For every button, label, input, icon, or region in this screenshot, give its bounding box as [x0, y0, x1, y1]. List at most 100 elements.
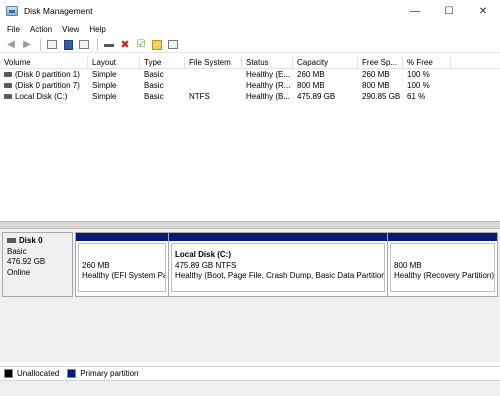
volume-name: Local Disk (C:)	[15, 92, 68, 101]
layout-cell: Simple	[92, 92, 117, 101]
drive-icon	[4, 94, 12, 100]
capacity-cell: 475.89 GB	[297, 92, 336, 101]
status-cell: Healthy (R...	[246, 81, 291, 90]
maximize-button[interactable]: ☐	[432, 0, 466, 22]
partition-details: 260 MB Healthy (EFI System Par	[78, 243, 166, 292]
free-space-cell: 260 MB	[362, 70, 390, 79]
status-cell: Healthy (E...	[246, 70, 291, 79]
percent-free-cell: 100 %	[407, 70, 430, 79]
check-icon[interactable]: ☑	[134, 38, 148, 51]
disk-state: Online	[7, 267, 31, 277]
layout-cell: Simple	[92, 70, 117, 79]
capacity-cell: 800 MB	[297, 81, 325, 90]
legend-unallocated: Unallocated	[17, 369, 60, 378]
back-arrow-icon[interactable]: ◀	[4, 38, 18, 51]
partition-name: Local Disk (C:)	[175, 250, 232, 259]
disk-name: Disk 0	[19, 236, 43, 245]
column-layout[interactable]: Layout	[88, 57, 140, 68]
partition-map: 260 MB Healthy (EFI System Par Local Dis…	[75, 232, 498, 297]
partition-size: 475.89 GB NTFS	[175, 260, 237, 270]
table-row[interactable]: (Disk 0 partition 7) Simple Basic Health…	[0, 80, 500, 91]
toolbar-divider	[97, 38, 98, 51]
drive-icon	[4, 72, 12, 78]
volume-name: (Disk 0 partition 7)	[15, 81, 80, 90]
partition-details: Local Disk (C:) 475.89 GB NTFS Healthy (…	[171, 243, 385, 292]
partition-bar	[388, 233, 497, 241]
settings-icon[interactable]	[166, 38, 180, 51]
drive-icon	[4, 83, 12, 89]
status-bar	[0, 380, 500, 396]
file-system-cell	[185, 69, 242, 80]
toolbar-divider	[40, 38, 41, 51]
column-volume[interactable]: Volume	[0, 57, 88, 68]
type-cell: Basic	[144, 92, 164, 101]
help-book-icon[interactable]	[61, 38, 75, 51]
volume-cell: Local Disk (C:)	[0, 91, 88, 102]
free-space-cell: 800 MB	[362, 81, 390, 90]
volume-cell: (Disk 0 partition 7)	[0, 80, 88, 91]
disk-info-panel[interactable]: Disk 0 Basic 476.92 GB Online	[2, 232, 73, 297]
menu-view[interactable]: View	[57, 25, 84, 34]
volume-name: (Disk 0 partition 1)	[15, 70, 80, 79]
primary-partition-swatch	[67, 369, 77, 378]
partition-name	[394, 250, 494, 261]
partition-status: Healthy (Recovery Partition)	[394, 271, 495, 280]
legend-primary-partition: Primary partition	[80, 369, 139, 378]
minimize-button[interactable]: —	[398, 0, 432, 22]
type-cell: Basic	[144, 70, 164, 79]
partition-recovery[interactable]: 800 MB Healthy (Recovery Partition)	[388, 233, 497, 296]
volume-cell: (Disk 0 partition 1)	[0, 69, 88, 80]
table-row[interactable]: (Disk 0 partition 1) Simple Basic Health…	[0, 69, 500, 80]
toolbar: ◀ ▶ ▬ ✖ ☑	[0, 37, 500, 53]
partition-size: 260 MB	[82, 260, 110, 270]
disk-management-app-icon	[6, 6, 18, 16]
unallocated-swatch	[4, 369, 13, 378]
volume-list-header: Volume Layout Type File System Status Ca…	[0, 57, 500, 69]
column-free-space[interactable]: Free Sp...	[358, 57, 403, 68]
delete-icon[interactable]: ✖	[118, 38, 132, 51]
legend: Unallocated Primary partition	[0, 366, 500, 380]
partition-bar	[169, 233, 387, 241]
partition-details: 800 MB Healthy (Recovery Partition)	[390, 243, 495, 292]
partition-efi[interactable]: 260 MB Healthy (EFI System Par	[76, 233, 168, 296]
type-cell: Basic	[144, 81, 164, 90]
column-file-system[interactable]: File System	[185, 57, 242, 68]
table-row[interactable]: Local Disk (C:) Simple Basic NTFS Health…	[0, 91, 500, 102]
window-title: Disk Management	[24, 6, 93, 16]
disk-type: Basic	[7, 246, 27, 256]
menu-help[interactable]: Help	[84, 25, 110, 34]
new-volume-icon[interactable]	[150, 38, 164, 51]
partition-status: Healthy (Boot, Page File, Crash Dump, Ba…	[175, 271, 385, 280]
title-bar: Disk Management — ☐ ✕	[0, 0, 500, 22]
file-system-cell: NTFS	[189, 92, 210, 101]
menu-file[interactable]: File	[2, 25, 25, 34]
connect-icon[interactable]: ▬	[102, 38, 116, 51]
window-controls: — ☐ ✕	[398, 0, 500, 22]
percent-free-cell: 100 %	[407, 81, 430, 90]
file-system-cell	[185, 80, 242, 91]
partition-local-disk-c[interactable]: Local Disk (C:) 475.89 GB NTFS Healthy (…	[169, 233, 387, 296]
partition-name	[82, 250, 165, 261]
menu-action[interactable]: Action	[25, 25, 57, 34]
percent-free-cell: 61 %	[407, 92, 426, 101]
column-status[interactable]: Status	[242, 57, 293, 68]
status-cell: Healthy (B...	[246, 92, 291, 101]
column-type[interactable]: Type	[140, 57, 185, 68]
free-space-cell: 290.85 GB	[362, 92, 401, 101]
column-percent-free[interactable]: % Free	[403, 57, 451, 68]
volume-list: Volume Layout Type File System Status Ca…	[0, 57, 500, 221]
properties-icon[interactable]	[77, 38, 91, 51]
disk-size: 476.92 GB	[7, 257, 46, 266]
menu-bar: File Action View Help	[0, 22, 500, 37]
capacity-cell: 260 MB	[297, 70, 325, 79]
partition-bar	[76, 233, 168, 241]
forward-arrow-icon[interactable]: ▶	[20, 38, 34, 51]
disk-graphical-view: Disk 0 Basic 476.92 GB Online 260 MB Hea…	[0, 229, 500, 362]
column-capacity[interactable]: Capacity	[293, 57, 358, 68]
partition-size: 800 MB	[394, 260, 422, 270]
disk-icon	[7, 238, 16, 244]
partition-status: Healthy (EFI System Par	[82, 271, 166, 280]
close-button[interactable]: ✕	[466, 0, 500, 22]
pane-splitter[interactable]	[0, 221, 500, 229]
disk-list-icon[interactable]	[45, 38, 59, 51]
